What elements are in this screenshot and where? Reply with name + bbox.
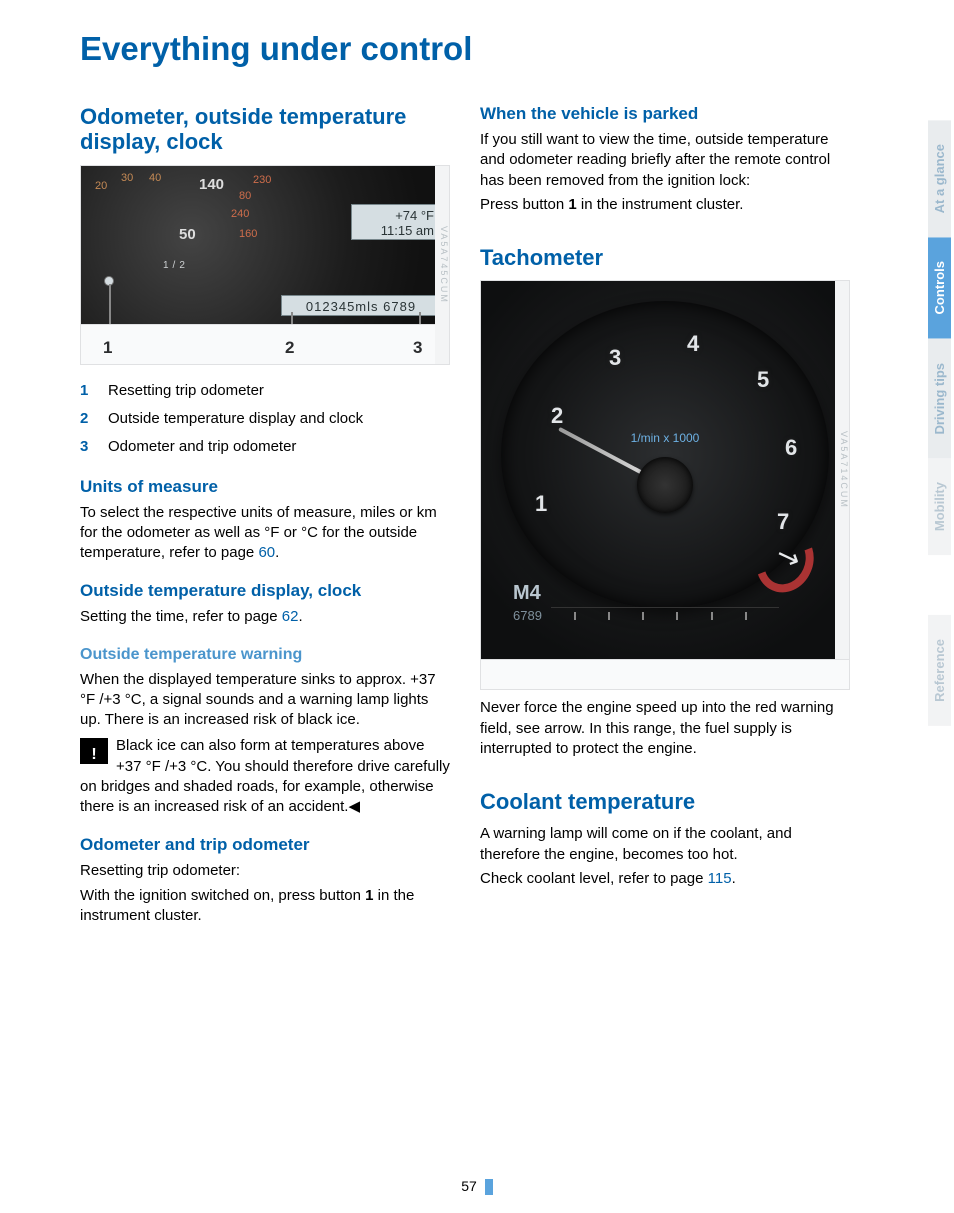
page-ref-link[interactable]: 60 [258,544,275,561]
tab-driving-tips[interactable]: Driving tips [928,339,951,459]
page-marker-icon [485,1179,493,1195]
warning-icon: ! [80,738,108,764]
section-odometer-heading: Odometer, outside temperature display, c… [80,104,450,155]
body-text: To select the respective units of measur… [80,503,450,564]
body-text: Press button 1 in the instrument cluster… [480,195,850,215]
trip-readout: 6789 [513,608,542,623]
button-ref: 1 [568,196,576,213]
warning-block: ! Black ice can also form at temperature… [80,736,450,817]
list-item: 3 Odometer and trip odometer [80,435,450,459]
lcd-clock: 11:15 am [358,223,434,238]
right-column: When the vehicle is parked If you still … [480,104,850,930]
rpm-num: 80 [239,190,251,202]
figure-tachometer: 1/min x 1000 1 2 3 4 5 6 7 ↘ M4 6789 [480,280,850,690]
callout-number: 1 [103,338,112,358]
tach-number: 6 [785,435,797,461]
rpm-num: 240 [231,208,249,220]
callout-number: 2 [285,338,294,358]
speedo-num: 30 [121,172,133,184]
page-number: 57 [461,1178,477,1194]
legend-number: 2 [80,407,94,431]
body-text: Setting the time, refer to page 62. [80,607,450,627]
figure-label-strip [481,659,849,689]
sub-units-heading: Units of measure [80,477,450,497]
section-coolant-heading: Coolant temperature [480,789,850,814]
rpm-num: 160 [239,228,257,240]
tach-number: 1 [535,491,547,517]
body-text: A warning lamp will come on if the coola… [480,824,850,865]
tach-hub [637,457,693,513]
tach-number: 3 [609,345,621,371]
figure-odometer-cluster: 20 30 40 140 50 230 80 240 160 1/2 +74 °… [80,165,450,365]
legend-number: 3 [80,435,94,459]
callout-line [109,284,111,324]
text: . [275,544,279,561]
speedo-big: 50 [179,226,196,243]
figure-code: VA5A714CUM [835,281,849,659]
page-ref-link[interactable]: 115 [708,870,732,887]
sub-parked-heading: When the vehicle is parked [480,104,850,124]
section-tachometer-heading: Tachometer [480,245,850,270]
speedo-num: 40 [149,172,161,184]
legend-text: Resetting trip odometer [108,379,264,403]
text: Setting the time, refer to page [80,608,282,625]
side-tabs: At a glance Controls Driving tips Mobili… [928,120,954,726]
tab-mobility[interactable]: Mobility [928,458,951,555]
figure-code: VA5A745CUM [435,166,449,364]
sub-odo-trip-heading: Odometer and trip odometer [80,835,450,855]
text: . [298,608,302,625]
tab-at-a-glance[interactable]: At a glance [928,120,951,237]
text: in the instrument cluster. [577,196,744,213]
tach-number: 4 [687,331,699,357]
list-item: 2 Outside temperature display and clock [80,407,450,431]
legend-text: Odometer and trip odometer [108,435,296,459]
button-ref: 1 [365,887,373,904]
legend-number: 1 [80,379,94,403]
body-text: Check coolant level, refer to page 115. [480,869,850,889]
text: . [732,870,736,887]
lcd-odometer: 012345mls 6789 [281,295,441,316]
body-text: Resetting trip odometer: [80,861,450,881]
rpm-num: 230 [253,174,271,186]
page-ref-link[interactable]: 62 [282,608,299,625]
body-text: When the displayed temperature sinks to … [80,670,450,731]
body-text: Never force the engine speed up into the… [480,698,850,759]
legend-text: Outside temperature display and clock [108,407,363,431]
lower-scale [551,607,779,643]
left-column: Odometer, outside temperature display, c… [80,104,450,930]
text: Check coolant level, refer to page [480,870,708,887]
tab-reference[interactable]: Reference [928,615,951,726]
callout-number: 3 [413,338,422,358]
body-text: If you still want to view the time, outs… [480,130,850,191]
lcd-temp-clock: +74 °F 11:15 am [351,204,441,240]
tab-controls[interactable]: Controls [928,237,951,338]
sub-outside-temp-clock-heading: Outside temperature display, clock [80,581,450,601]
page-title: Everything under control [80,30,950,68]
speedo-num: 20 [95,180,107,192]
page-footer: 57 [0,1178,954,1195]
sub-outside-temp-warning-heading: Outside temperature warning [80,646,450,664]
gear-indicator: M4 [513,582,541,605]
figure-label-strip: 1 2 3 [81,324,449,364]
svg-text:!: ! [91,746,96,763]
tach-unit-label: 1/min x 1000 [501,431,829,445]
text: Press button [480,196,568,213]
list-item: 1 Resetting trip odometer [80,379,450,403]
warning-text: Black ice can also form at temperatures … [80,737,450,815]
figure-legend: 1 Resetting trip odometer 2 Outside temper… [80,379,450,459]
tach-number: 2 [551,403,563,429]
tach-number: 5 [757,367,769,393]
speedo-big: 140 [199,176,224,193]
fuel-label: 1/2 [163,260,189,271]
lcd-temp: +74 °F [358,208,434,223]
body-text: With the ignition switched on, press but… [80,886,450,927]
text: With the ignition switched on, press but… [80,887,365,904]
